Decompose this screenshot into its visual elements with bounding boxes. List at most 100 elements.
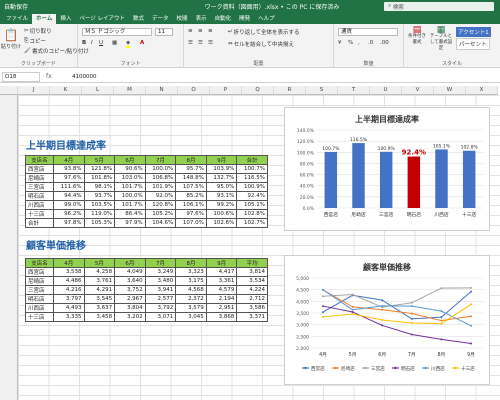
table-cell[interactable]: 93.1% <box>205 191 238 201</box>
table-cell[interactable]: 3,586 <box>236 303 268 313</box>
italic-button[interactable]: I <box>91 40 93 46</box>
search-box[interactable]: ⌕ 検索 <box>384 2 494 11</box>
column-header-L[interactable]: L <box>82 86 114 95</box>
unit-price-header-cell[interactable]: 4月 <box>53 258 85 268</box>
table-cell[interactable]: 4,486 <box>53 276 85 286</box>
table-cell[interactable]: 4,568 <box>175 285 207 295</box>
row-label-cell[interactable]: 西宮店 <box>25 267 54 277</box>
achievement-header-cell[interactable]: 9月 <box>205 155 238 165</box>
table-cell[interactable]: 106.1% <box>175 200 207 210</box>
decrease-decimal-icon[interactable]: .00 <box>380 40 389 46</box>
unit-price-header-cell[interactable]: 6月 <box>114 258 146 268</box>
row-label-cell[interactable]: 川西店 <box>25 200 54 210</box>
table-cell[interactable]: 3,361 <box>205 276 238 286</box>
comma-icon[interactable]: , <box>358 40 360 46</box>
column-header-M[interactable]: M <box>114 86 146 95</box>
table-cell[interactable]: 103.5% <box>83 200 116 210</box>
table-cell[interactable]: 94.4% <box>53 191 85 201</box>
table-cell[interactable]: 132.7% <box>205 173 238 183</box>
style-percent[interactable]: パーセント <box>456 38 490 50</box>
tab-insert[interactable]: 挿入 <box>56 14 75 24</box>
table-cell[interactable]: 100.7% <box>236 164 268 174</box>
achievement-header-cell[interactable]: 6月 <box>114 155 146 165</box>
worksheet[interactable]: 上半期目標達成率 支店名 4月 5月 6月 7月 8月 9月 合計 西宮店 93.8% 121.8%… <box>0 95 500 400</box>
table-cell[interactable]: 3,761 <box>83 276 116 286</box>
table-cell[interactable]: 3,804 <box>114 303 146 313</box>
increase-decimal-icon[interactable]: .0 <box>368 40 373 46</box>
merge-center-button[interactable]: ⇔ セルを結合して中央揃え <box>228 40 294 48</box>
table-cell[interactable]: 119.0% <box>83 209 116 219</box>
column-header-S[interactable]: S <box>306 86 338 95</box>
row-label-cell[interactable]: 合計 <box>25 218 54 228</box>
row-label-cell[interactable]: 川西店 <box>25 303 54 313</box>
table-cell[interactable]: 4,049 <box>114 267 146 277</box>
column-header-U[interactable]: U <box>370 86 402 95</box>
table-cell[interactable]: 4,216 <box>53 285 85 295</box>
table-cell[interactable]: 103.0% <box>114 173 146 183</box>
table-cell[interactable]: 4,417 <box>205 267 238 277</box>
row-label-cell[interactable]: 十三店 <box>25 209 54 219</box>
column-header-Q[interactable]: Q <box>242 86 274 95</box>
table-cell[interactable]: 2,194 <box>205 294 238 304</box>
table-cell[interactable]: 148.8% <box>175 173 207 183</box>
table-cell[interactable]: 97.8% <box>53 218 85 228</box>
align-right-icon[interactable]: ☰ <box>208 40 213 46</box>
column-header-J[interactable]: J <box>18 86 50 95</box>
row-label-cell[interactable]: 明石店 <box>25 191 54 201</box>
table-cell[interactable]: 3,868 <box>205 312 238 322</box>
table-cell[interactable]: 103.9% <box>205 164 238 174</box>
table-cell[interactable]: 102.8% <box>236 209 268 219</box>
table-cell[interactable]: 3,792 <box>144 303 177 313</box>
table-cell[interactable]: 3,175 <box>175 276 207 286</box>
table-cell[interactable]: 3,458 <box>83 312 116 322</box>
achievement-header-cell[interactable]: 7月 <box>144 155 177 165</box>
row-label-cell[interactable]: 十三店 <box>25 312 54 322</box>
tab-help[interactable]: ヘルプ <box>254 14 279 24</box>
table-cell[interactable]: 4,579 <box>205 285 238 295</box>
table-cell[interactable]: 105.2% <box>144 209 177 219</box>
achievement-header-cell[interactable]: 5月 <box>83 155 116 165</box>
column-header-P[interactable]: P <box>210 86 242 95</box>
table-cell[interactable]: 2,577 <box>144 294 177 304</box>
column-header-R[interactable]: R <box>274 86 306 95</box>
table-cell[interactable]: 3,371 <box>236 312 268 322</box>
column-header-V[interactable]: V <box>402 86 434 95</box>
tab-file[interactable]: ファイル <box>2 14 32 24</box>
table-cell[interactable]: 3,797 <box>53 294 85 304</box>
row-label-cell[interactable]: 尼崎店 <box>25 173 54 183</box>
table-cell[interactable]: 106.8% <box>144 173 177 183</box>
table-cell[interactable]: 100.0% <box>114 191 146 201</box>
table-cell[interactable]: 85.2% <box>175 191 207 201</box>
row-label-cell[interactable]: 三宮店 <box>25 182 54 192</box>
align-center-icon[interactable]: ☰ <box>198 40 203 46</box>
conditional-format-button[interactable]: ▤ 条件付き書式 <box>406 26 428 46</box>
tab-developer[interactable]: 開発 <box>235 14 254 24</box>
table-cell[interactable]: 3,323 <box>175 267 207 277</box>
table-cell[interactable]: 97.6% <box>53 173 85 183</box>
bold-button[interactable]: B <box>82 40 86 46</box>
table-cell[interactable]: 3,752 <box>114 285 146 295</box>
column-header-X[interactable]: X <box>466 86 498 95</box>
formula-input[interactable]: 4100000 <box>72 74 97 80</box>
fx-icon[interactable]: fx <box>46 73 72 80</box>
table-cell[interactable]: 4,493 <box>53 303 85 313</box>
table-cell[interactable]: 3,579 <box>175 303 207 313</box>
table-cell[interactable]: 93.7% <box>83 191 116 201</box>
line-chart[interactable]: 顧客単価推移 2,000 2,500 3,000 3,500 4,000 4,500 5,0… <box>284 255 490 385</box>
table-cell[interactable]: 101.7% <box>114 182 146 192</box>
unit-price-header-cell[interactable]: 9月 <box>205 258 238 268</box>
table-cell[interactable]: 111.6% <box>53 182 85 192</box>
table-cell[interactable]: 105.1% <box>236 200 268 210</box>
table-cell[interactable]: 100.0% <box>144 164 177 174</box>
table-cell[interactable]: 92.0% <box>144 191 177 201</box>
format-as-table-button[interactable]: ▦ テーブルとして書式設定 <box>428 26 454 52</box>
unit-price-header-cell[interactable]: 5月 <box>83 258 116 268</box>
align-top-icon[interactable]: ≡ <box>188 28 193 34</box>
tab-home[interactable]: ホーム <box>32 14 57 24</box>
table-cell[interactable]: 3,814 <box>236 267 268 277</box>
cut-button[interactable]: ✂ 切り取り <box>24 27 52 35</box>
tab-automate[interactable]: 自動化 <box>211 14 236 24</box>
table-cell[interactable]: 107.0% <box>175 218 207 228</box>
font-color-button[interactable]: A <box>140 40 144 46</box>
column-header-O[interactable]: O <box>178 86 210 95</box>
